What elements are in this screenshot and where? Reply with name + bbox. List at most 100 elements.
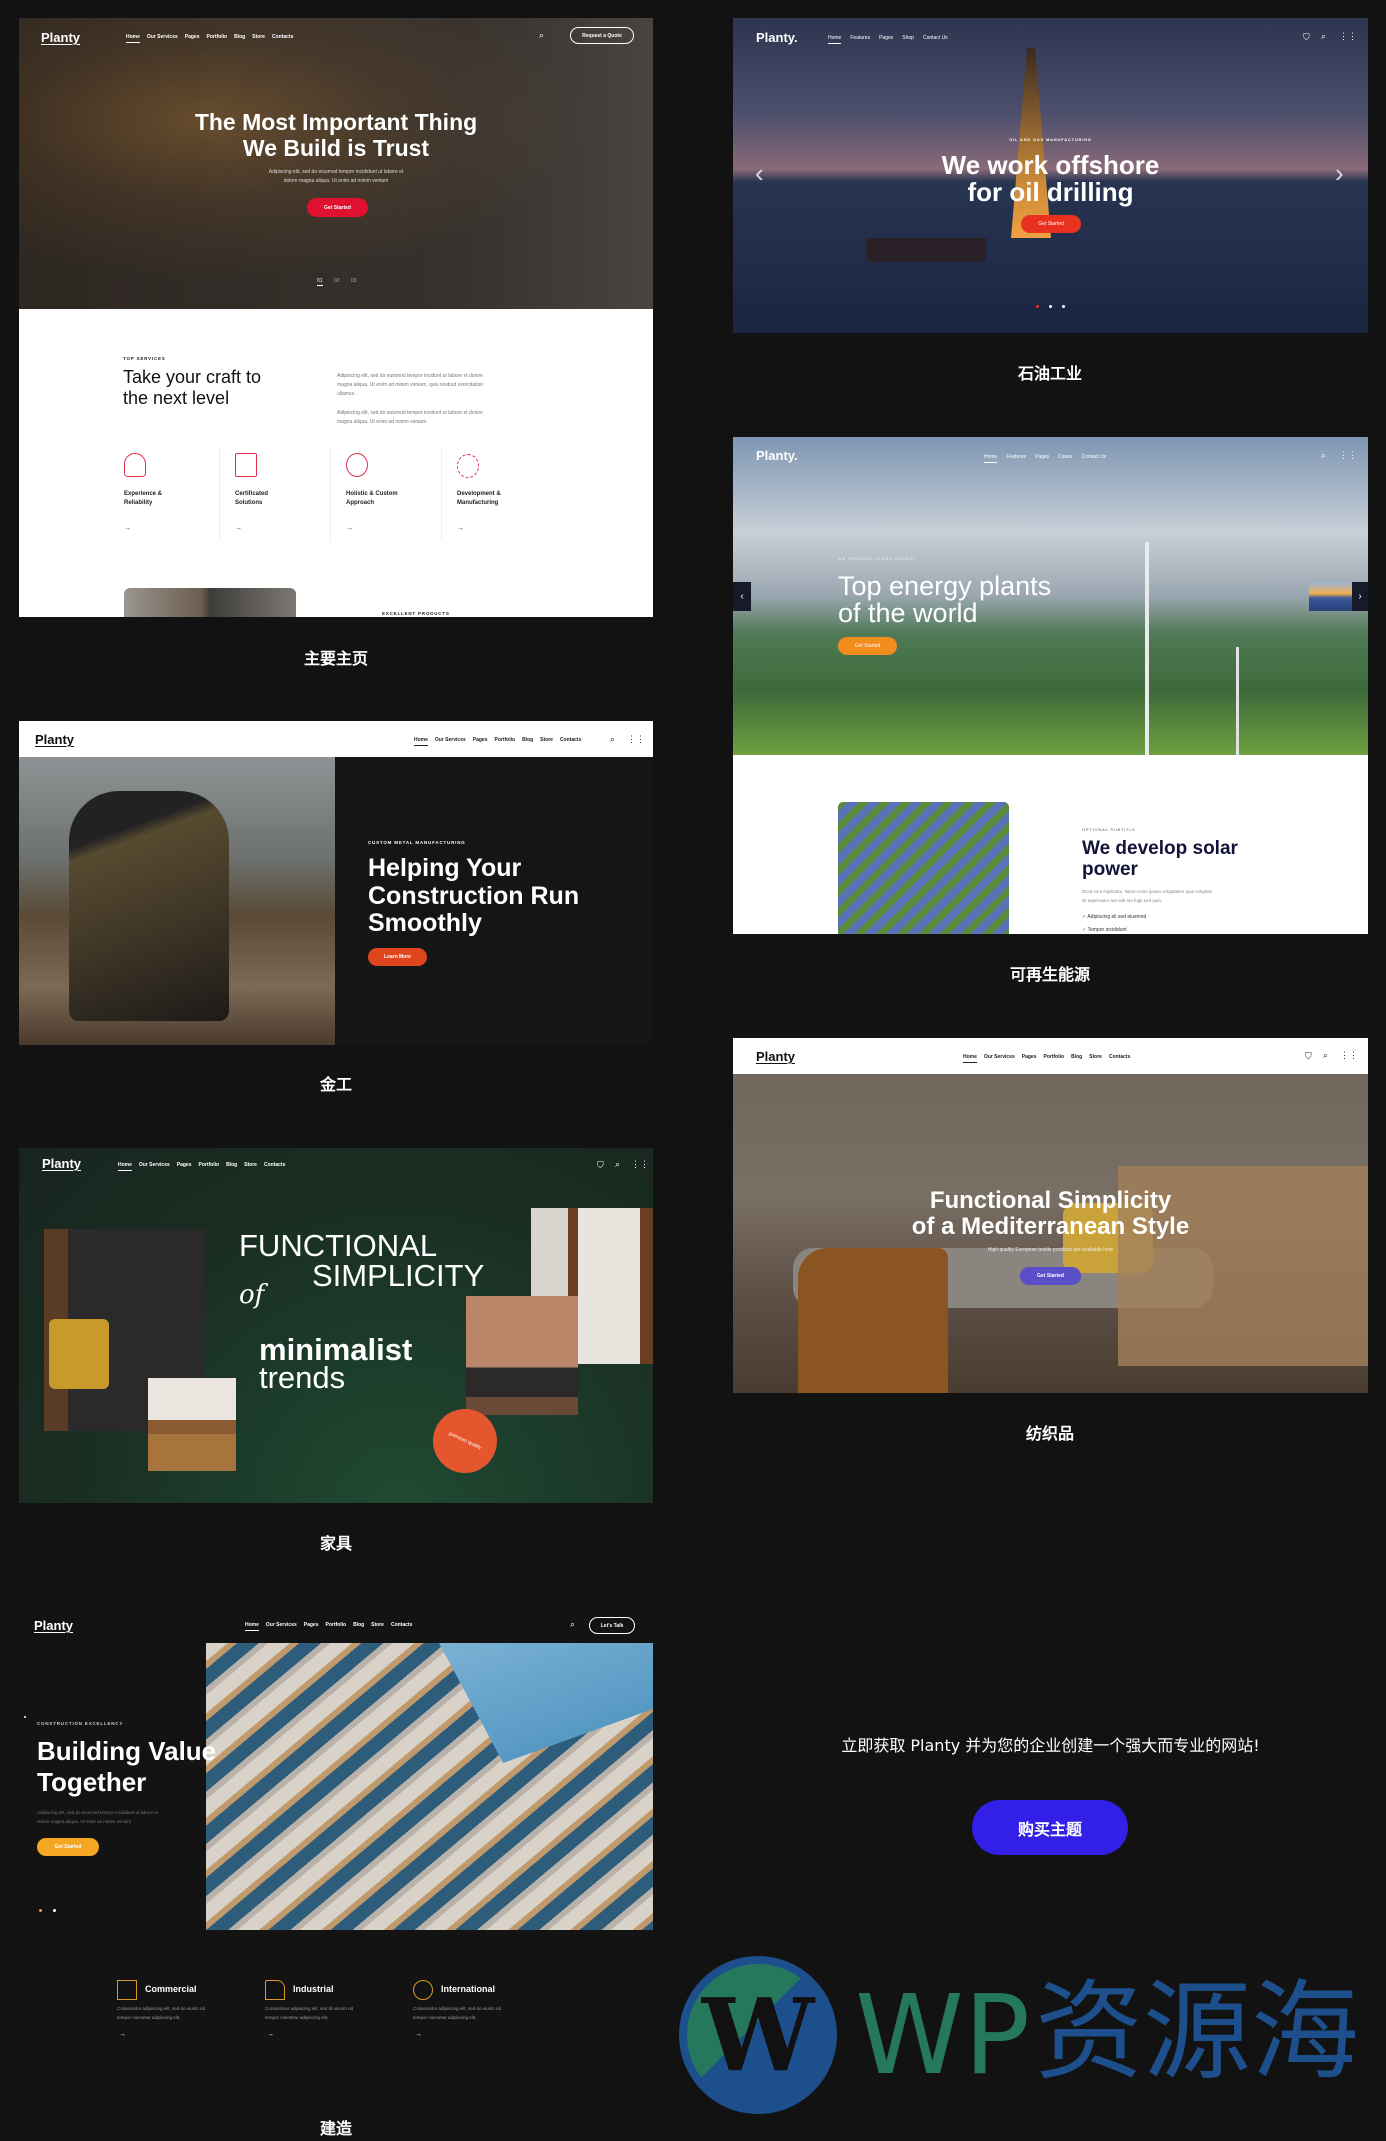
nav-features[interactable]: Features — [850, 35, 870, 44]
nav-blog[interactable]: Blog — [226, 1162, 237, 1171]
demo-renewable[interactable]: Planty. Home Features Pages Cases Contact Us… — [733, 437, 1368, 934]
nav-portfolio[interactable]: Portfolio — [1044, 1054, 1065, 1063]
grid-menu-icon[interactable]: ⋮⋮ — [1340, 1051, 1358, 1060]
search-icon[interactable]: ⌕ — [610, 735, 615, 744]
nav-pages[interactable]: Pages — [1035, 454, 1049, 463]
nav-store[interactable]: Store — [252, 34, 265, 43]
logo[interactable]: Planty — [41, 30, 80, 45]
nav-blog[interactable]: Blog — [522, 737, 533, 746]
demo-construction[interactable]: Planty Home Our Services Pages Portfolio Blo… — [19, 1600, 653, 2100]
nav-blog[interactable]: Blog — [234, 34, 245, 43]
nav-features[interactable]: Features — [1006, 454, 1026, 463]
next-slide-thumbnail[interactable] — [1309, 582, 1352, 611]
service-holistic[interactable]: Holistic & Custom Approach — [346, 490, 398, 508]
arrow-right-icon[interactable]: → — [235, 525, 242, 532]
nav-portfolio[interactable]: Portfolio — [495, 737, 516, 746]
nav-portfolio[interactable]: Portfolio — [326, 1622, 347, 1631]
nav-store[interactable]: Store — [1089, 1054, 1102, 1063]
arrow-right-icon[interactable]: → — [346, 525, 353, 532]
cart-icon[interactable]: ⛉ — [597, 1161, 604, 1170]
nav-contacts[interactable]: Contacts — [391, 1622, 412, 1631]
nav-portfolio[interactable]: Portfolio — [199, 1162, 220, 1171]
demo-metal[interactable]: Planty Home Our Services Pages Portfolio Blo… — [19, 721, 653, 1045]
logo[interactable]: Planty — [35, 732, 74, 747]
nav-our-services[interactable]: Our Services — [147, 34, 178, 43]
nav-home[interactable]: Home — [828, 35, 842, 44]
nav-home[interactable]: Home — [963, 1054, 977, 1063]
grid-menu-icon[interactable]: ⋮⋮ — [1339, 32, 1357, 41]
nav-portfolio[interactable]: Portfolio — [207, 34, 228, 43]
nav-pages[interactable]: Pages — [473, 737, 488, 746]
slide-dot[interactable] — [1062, 305, 1065, 308]
nav-home[interactable]: Home — [118, 1162, 132, 1171]
service-experience[interactable]: Experience & Reliability — [124, 490, 162, 508]
nav-store[interactable]: Store — [371, 1622, 384, 1631]
search-icon[interactable]: ⌕ — [615, 1160, 620, 1169]
slide-01[interactable]: 01 — [317, 278, 323, 286]
get-started-button[interactable]: Get Started — [1021, 215, 1081, 233]
arrow-right-icon[interactable]: → — [415, 2031, 422, 2038]
buy-theme-button[interactable]: 购买主题 — [972, 1800, 1128, 1855]
nav-pages[interactable]: Pages — [177, 1162, 192, 1171]
prev-arrow-icon[interactable]: ‹ — [755, 158, 764, 189]
get-started-button[interactable]: Get Started — [1020, 1267, 1081, 1285]
arrow-right-icon[interactable]: → — [267, 2031, 274, 2038]
search-icon[interactable]: ⌕ — [1321, 32, 1326, 41]
nav-store[interactable]: Store — [540, 737, 553, 746]
demo-textile[interactable]: Planty Home Our Services Pages Portfolio Blo… — [733, 1038, 1368, 1393]
nav-home[interactable]: Home — [126, 34, 140, 43]
grid-menu-icon[interactable]: ⋮⋮ — [627, 735, 645, 744]
cart-icon[interactable]: ⛉ — [1303, 33, 1310, 42]
grid-menu-icon[interactable]: ⋮⋮ — [1339, 451, 1357, 460]
logo[interactable]: Planty. — [756, 30, 798, 45]
logo[interactable]: Planty — [756, 1049, 795, 1064]
search-icon[interactable]: ⌕ — [1321, 451, 1326, 460]
slide-dot-active[interactable] — [1036, 305, 1039, 308]
nav-our-services[interactable]: Our Services — [984, 1054, 1015, 1063]
nav-pages[interactable]: Pages — [1022, 1054, 1037, 1063]
service-development[interactable]: Development & Manufacturing — [457, 490, 501, 508]
nav-contact-us[interactable]: Contact Us — [923, 35, 948, 44]
nav-shop[interactable]: Shop — [902, 35, 914, 44]
nav-blog[interactable]: Blog — [1071, 1054, 1082, 1063]
nav-pages[interactable]: Pages — [185, 34, 200, 43]
nav-cases[interactable]: Cases — [1058, 454, 1072, 463]
arrow-right-icon[interactable]: → — [457, 525, 464, 532]
nav-contacts[interactable]: Contacts — [272, 34, 293, 43]
next-arrow-icon[interactable]: › — [1335, 158, 1344, 189]
demo-oil[interactable]: Planty. Home Features Pages Shop Contact Us … — [733, 18, 1368, 333]
next-slide-button[interactable]: › — [1352, 582, 1368, 611]
logo[interactable]: Planty — [34, 1618, 73, 1633]
nav-contacts[interactable]: Contacts — [560, 737, 581, 746]
nav-our-services[interactable]: Our Services — [139, 1162, 170, 1171]
nav-pages[interactable]: Pages — [304, 1622, 319, 1631]
nav-pages[interactable]: Pages — [879, 35, 893, 44]
nav-our-services[interactable]: Our Services — [435, 737, 466, 746]
prev-slide-button[interactable]: ‹ — [733, 582, 751, 611]
arrow-right-icon[interactable]: → — [119, 2031, 126, 2038]
demo-furniture[interactable]: Planty Home Our Services Pages Portfolio Blo… — [19, 1148, 653, 1503]
nav-contacts[interactable]: Contacts — [1109, 1054, 1130, 1063]
slide-03[interactable]: 03 — [351, 278, 357, 285]
logo[interactable]: Planty — [42, 1156, 81, 1171]
nav-blog[interactable]: Blog — [353, 1622, 364, 1631]
slide-dot[interactable] — [53, 1909, 56, 1912]
feature-international[interactable]: International — [441, 1984, 495, 1994]
learn-more-button[interactable]: Learn More — [368, 948, 427, 966]
arrow-right-icon[interactable]: → — [124, 525, 131, 532]
nav-contacts[interactable]: Contacts — [264, 1162, 285, 1171]
nav-home[interactable]: Home — [414, 737, 428, 746]
lets-talk-button[interactable]: Let's Talk — [589, 1617, 635, 1634]
feature-industrial[interactable]: Industrial — [293, 1984, 334, 1994]
nav-store[interactable]: Store — [244, 1162, 257, 1171]
demo-main-home[interactable]: Planty Home Our Services Pages Portfolio Blo… — [19, 18, 653, 617]
get-started-button[interactable]: Get Started — [37, 1838, 99, 1856]
cart-icon[interactable]: ⛉ — [1305, 1052, 1312, 1061]
get-started-button[interactable]: Get Started — [838, 637, 897, 655]
search-icon[interactable]: ⌕ — [1323, 1051, 1328, 1060]
slide-dot[interactable] — [1049, 305, 1052, 308]
search-icon[interactable]: ⌕ — [570, 1620, 575, 1629]
logo[interactable]: Planty. — [756, 448, 798, 463]
slide-dot-active[interactable] — [39, 1909, 42, 1912]
search-icon[interactable]: ⌕ — [539, 31, 544, 40]
